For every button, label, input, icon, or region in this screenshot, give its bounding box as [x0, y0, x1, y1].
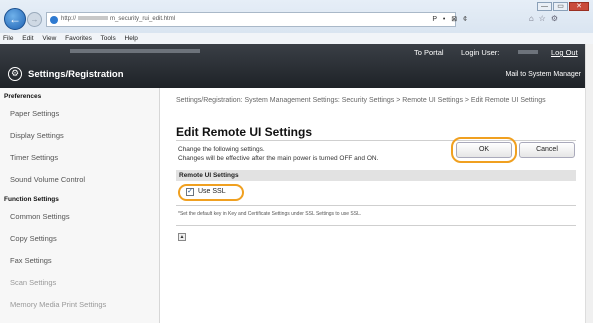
address-bar[interactable]: http:// m_security_rui_edit.html [46, 12, 456, 27]
url-redacted [78, 16, 109, 21]
sidebar-item-timer-settings[interactable]: Timer Settings [0, 147, 159, 169]
page-scrollbar[interactable] [585, 44, 593, 323]
to-portal-link[interactable]: To Portal [414, 48, 444, 57]
title-divider [176, 140, 576, 141]
forward-arrow-icon[interactable]: → [27, 12, 42, 27]
app-header: ⚙ Settings/Registration To Portal Login … [0, 44, 593, 88]
restart-notice: Changes will be effective after the main… [178, 155, 379, 162]
ie-page-icon [50, 16, 58, 24]
menu-favorites[interactable]: Favorites [65, 35, 92, 42]
menu-help[interactable]: Help [125, 35, 138, 42]
ok-button[interactable]: OK [456, 142, 512, 158]
cancel-button[interactable]: Cancel [519, 142, 575, 158]
page-top-button[interactable]: ▲ [178, 233, 186, 241]
device-name-redacted [70, 49, 200, 53]
user-name-redacted [518, 50, 538, 54]
logout-button[interactable]: Log Out [551, 48, 578, 57]
mail-system-manager-link[interactable]: Mail to System Manager [506, 71, 581, 78]
menu-view[interactable]: View [42, 35, 56, 42]
sidebar-item-display-settings[interactable]: Display Settings [0, 125, 159, 147]
address-url: http:// m_security_rui_edit.html [61, 16, 175, 22]
url-prefix: http:// [61, 16, 77, 22]
url-suffix: m_security_rui_edit.html [110, 16, 176, 22]
bottom-divider [176, 225, 576, 226]
use-ssl-checkbox[interactable]: ✓ [186, 188, 194, 196]
ssl-note: *Set the default key in Key and Certific… [178, 211, 362, 217]
close-window-button[interactable]: ✕ [569, 2, 589, 11]
sidebar-item-common-settings[interactable]: Common Settings [0, 206, 159, 228]
section-heading-remote-ui: Remote UI Settings [176, 170, 576, 181]
section-divider [176, 205, 576, 206]
settings-gear-icon: ⚙ [8, 67, 22, 81]
menu-edit[interactable]: Edit [22, 35, 33, 42]
back-arrow-icon[interactable]: ← [4, 8, 26, 30]
app-title: Settings/Registration [28, 69, 124, 80]
menu-bar: File Edit View Favorites Tools Help [0, 33, 593, 44]
breadcrumb: Settings/Registration: System Management… [176, 97, 546, 104]
minimize-button[interactable]: — [537, 2, 552, 11]
menu-tools[interactable]: Tools [101, 35, 116, 42]
sidebar-item-scan-settings[interactable]: Scan Settings [0, 272, 159, 294]
login-user-label: Login User: [461, 48, 500, 57]
window-controls: — ▭ ✕ [537, 2, 589, 11]
sidebar-item-copy-settings[interactable]: Copy Settings [0, 228, 159, 250]
sidebar-item-memory-media-print[interactable]: Memory Media Print Settings [0, 294, 159, 316]
sidebar-item-fax-settings[interactable]: Fax Settings [0, 250, 159, 272]
use-ssl-label: Use SSL [198, 188, 226, 195]
maximize-button[interactable]: ▭ [553, 2, 568, 11]
browser-chrome: — ▭ ✕ ← → http:// m_security_rui_edit.htm… [0, 0, 593, 44]
sidebar-heading-function-settings: Function Settings [4, 196, 59, 203]
sidebar-item-sound-volume[interactable]: Sound Volume Control [0, 169, 159, 191]
sidebar-item-paper-settings[interactable]: Paper Settings [0, 103, 159, 125]
instruction-text: Change the following settings. [178, 146, 265, 153]
sidebar-heading-preferences: Preferences [4, 93, 42, 100]
sidebar: Preferences Paper Settings Display Setti… [0, 88, 160, 323]
page-title: Edit Remote UI Settings [176, 125, 313, 139]
address-tools[interactable]: P • ⊠ ¢ [432, 15, 469, 23]
menu-file[interactable]: File [3, 35, 13, 42]
home-favorites-gear-icons[interactable]: ⌂☆⚙ [529, 14, 563, 23]
